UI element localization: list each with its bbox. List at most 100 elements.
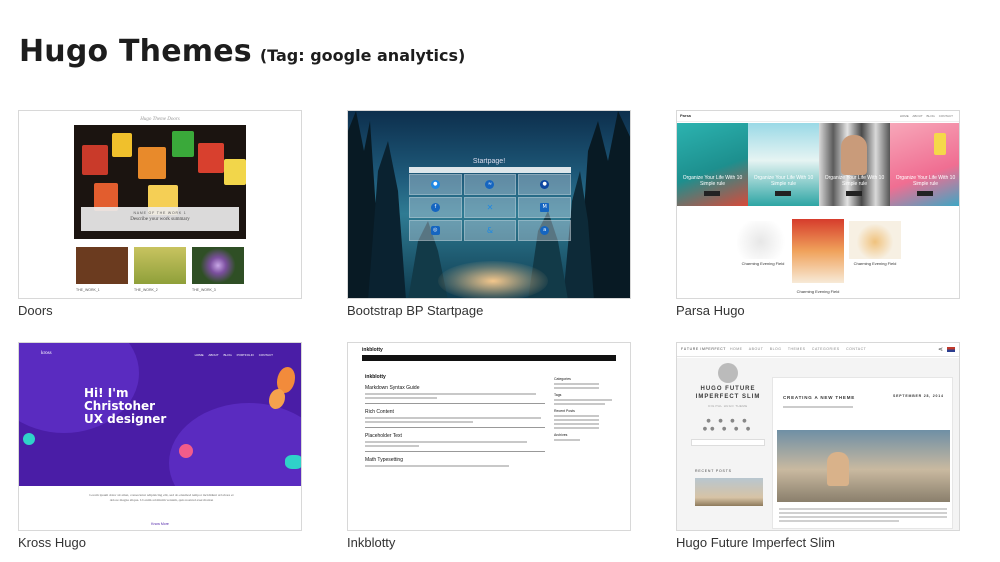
parsa-post-image (792, 219, 844, 283)
doors-work-label-3: THE_WORK_3 (192, 288, 216, 292)
text-line (365, 417, 542, 419)
theme-thumbnail-doors[interactable]: Hugo Theme Doors NAME OF THE WORK 1 Desc… (18, 110, 302, 299)
fi-site-name: HUGO FUTURE IMPERFECT SLIM (695, 386, 761, 400)
divider (365, 451, 545, 452)
doors-work-image-1 (76, 247, 128, 284)
startpage-search-input (409, 167, 571, 173)
text-line (554, 439, 580, 441)
text-line (365, 397, 437, 399)
text-line (365, 393, 536, 395)
inkblotty-post-list: inkblotty Markdown Syntax Guide Rich Con… (365, 369, 545, 467)
parsa-hero-button (704, 191, 720, 196)
parsa-post-title: Charming Evening Field (796, 289, 840, 294)
page-header: Hugo Themes (Tag: google analytics) (19, 34, 465, 69)
theme-name-inkblotty[interactable]: Inkblotty (347, 535, 631, 550)
text-line (554, 383, 599, 385)
startpage-tile: M (518, 197, 571, 218)
theme-card-future-imperfect[interactable]: FUTURE IMPERFECT HOME ABOUT BLOG THEMES … (676, 342, 960, 550)
kross-hero-line-3: UX designer (84, 412, 167, 426)
fi-brand: FUTURE IMPERFECT (681, 347, 726, 351)
parsa-post-image (737, 221, 789, 259)
theme-name-startpage[interactable]: Bootstrap BP Startpage (347, 303, 631, 318)
recent-post-image (695, 478, 763, 506)
theme-name-parsa[interactable]: Parsa Hugo (676, 303, 960, 318)
inkblotty-site-name: inkblotty (362, 347, 383, 353)
parsa-hero-text: Organize Your Life With 10 Simple rule (753, 175, 814, 187)
parsa-hero-button (775, 191, 791, 196)
theme-thumbnail-future-imperfect[interactable]: FUTURE IMPERFECT HOME ABOUT BLOG THEMES … (676, 342, 960, 531)
share-icon: ⋖ (937, 346, 943, 353)
parsa-hero-button (846, 191, 862, 196)
text-line (554, 415, 599, 417)
doors-hero-caption: NAME OF THE WORK 1 Describe your work su… (81, 207, 239, 231)
theme-card-parsa[interactable]: Parsa HOME ABOUT BLOG CONTACT Organize Y… (676, 110, 960, 318)
text-line (779, 508, 947, 510)
theme-name-kross[interactable]: Kross Hugo (18, 535, 302, 550)
theme-card-inkblotty[interactable]: inkblotty inkblotty Markdown Syntax Guid… (347, 342, 631, 550)
theme-thumbnail-kross[interactable]: kross HOME ABOUT BLOG PORTFOLIO CONTACT … (18, 342, 302, 531)
fi-search-input (691, 439, 765, 446)
parsa-navbar: Parsa HOME ABOUT BLOG CONTACT (677, 111, 959, 122)
theme-thumbnail-parsa[interactable]: Parsa HOME ABOUT BLOG CONTACT Organize Y… (676, 110, 960, 299)
fi-post-title: CREATING A NEW THEME (783, 395, 856, 400)
doors-work-image-2 (134, 247, 186, 284)
fi-post-date: SEPTEMBER 28, 2014 (893, 394, 944, 398)
text-line (779, 512, 947, 514)
parsa-brand: Parsa (680, 113, 691, 118)
person-figure (827, 452, 849, 486)
page-title: Hugo Themes (19, 34, 252, 69)
kross-menu: HOME ABOUT BLOG PORTFOLIO CONTACT (194, 353, 273, 357)
parsa-post-image (849, 221, 901, 259)
link-icon: & (486, 226, 494, 235)
flag-icon (947, 347, 955, 352)
doors-work-image-3 (192, 247, 244, 284)
parsa-hero-text: Organize Your Life With 10 Simple rule (682, 175, 743, 187)
tag-label: (Tag: google analytics) (259, 46, 466, 65)
avatar (718, 363, 738, 383)
kross-dot (179, 444, 193, 458)
text-line (554, 403, 606, 405)
startpage-heading: Startpage! (472, 158, 506, 165)
text-line (365, 441, 527, 443)
parsa-hero-text: Organize Your Life With 10 Simple rule (824, 175, 885, 187)
startpage-tile: ● (409, 174, 462, 195)
parsa-hero-button (917, 191, 933, 196)
drink-cup (934, 133, 946, 155)
inkblotty-post-title: Markdown Syntax Guide (365, 385, 420, 391)
parsa-menu: HOME ABOUT BLOG CONTACT (899, 114, 953, 118)
theme-thumbnail-startpage[interactable]: Startpage! ● ≈ ● f ✕ M ◎ & a (347, 110, 631, 299)
text-line (554, 399, 612, 401)
doors-work-label-2: THE_WORK_2 (134, 288, 158, 292)
dropbox-icon: ✕ (486, 203, 494, 212)
spotify-icon: ≈ (485, 180, 495, 189)
theme-card-kross[interactable]: kross HOME ABOUT BLOG PORTFOLIO CONTACT … (18, 342, 302, 550)
fi-recent-heading: RECENT POSTS (695, 469, 732, 473)
fi-site-subtitle: DIGITAL HUGO THEME (708, 404, 748, 408)
text-line (779, 516, 947, 518)
theme-card-startpage[interactable]: Startpage! ● ≈ ● f ✕ M ◎ & a Bootstrap B… (347, 110, 631, 318)
doors-work-label-1: THE_WORK_1 (76, 288, 100, 292)
parsa-hero-text: Organize Your Life With 10 Simple rule (895, 175, 956, 187)
inkblotty-sidebar: Categories Tags Recent Posts Archives (554, 373, 618, 441)
inkblotty-post-title: inkblotty (365, 374, 386, 380)
parsa-hero-slide: Organize Your Life With 10 Simple rule (890, 123, 959, 206)
startpage-link-grid: ● ≈ ● f ✕ M ◎ & a (409, 174, 571, 241)
theme-card-doors[interactable]: Hugo Theme Doors NAME OF THE WORK 1 Desc… (18, 110, 302, 318)
fi-navbar: FUTURE IMPERFECT HOME ABOUT BLOG THEMES … (677, 343, 959, 357)
amazon-icon: a (540, 226, 550, 235)
bookmark-icon: ● (430, 180, 440, 189)
startpage-tile: ● (518, 174, 571, 195)
sidebar-heading: Archives (554, 433, 568, 437)
theme-thumbnail-inkblotty[interactable]: inkblotty inkblotty Markdown Syntax Guid… (347, 342, 631, 531)
sidebar-heading: Recent Posts (554, 409, 575, 413)
kross-know-more-link: Know More (151, 522, 169, 526)
theme-name-doors[interactable]: Doors (18, 303, 302, 318)
kross-leaf (285, 455, 301, 469)
doors-caption-small: NAME OF THE WORK 1 (133, 211, 187, 215)
sidebar-heading: Categories (554, 377, 571, 381)
doors-site-title: Hugo Theme Doors (140, 117, 180, 122)
kross-hero: kross HOME ABOUT BLOG PORTFOLIO CONTACT … (19, 343, 301, 486)
fi-menu: HOME ABOUT BLOG THEMES CATEGORIES CONTAC… (730, 347, 867, 351)
theme-name-future-imperfect[interactable]: Hugo Future Imperfect Slim (676, 535, 960, 550)
startpage-tile: a (518, 220, 571, 241)
